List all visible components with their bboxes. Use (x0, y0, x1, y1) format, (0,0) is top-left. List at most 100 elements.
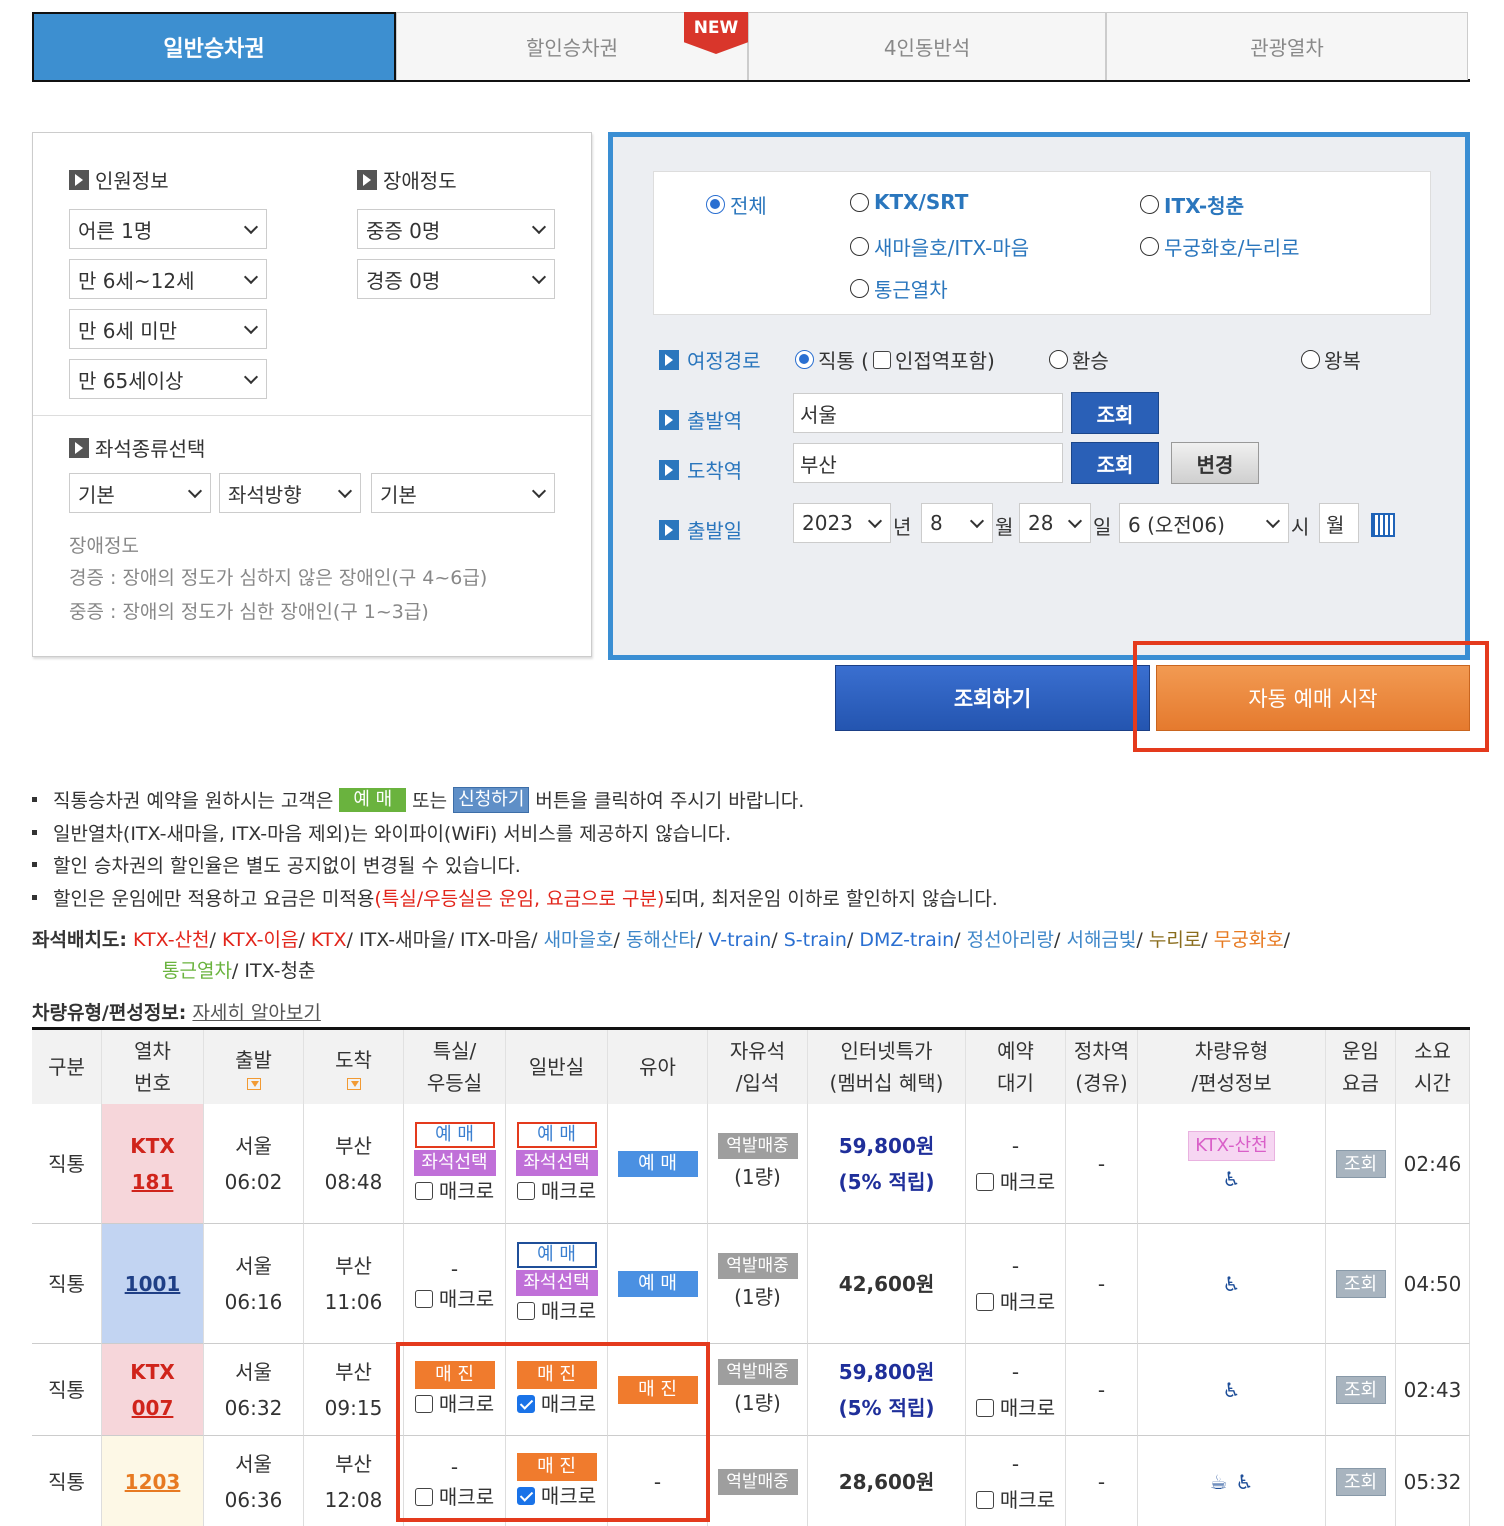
seatmap-link[interactable]: 정선아리랑 (967, 929, 1054, 951)
header-text: 자유석 (729, 1039, 786, 1063)
departure-label-text: 출발역 (687, 409, 743, 433)
adult-select[interactable]: 어른 1명 (69, 209, 267, 249)
tab-tour-train[interactable]: 관광열차 (1106, 12, 1468, 80)
seatmap-link[interactable]: ITX-마음 (460, 929, 531, 951)
empty-value: - (1011, 1359, 1020, 1384)
arrival-lookup-button[interactable]: 조회 (1071, 442, 1159, 484)
radio-direct[interactable]: 직통 (인접역포함) (795, 345, 995, 374)
vehicle-badge[interactable]: KTX-산천 (1188, 1130, 1275, 1161)
macro-checkbox[interactable] (414, 1181, 433, 1200)
macro-checkbox[interactable] (975, 1398, 994, 1417)
macro-checkbox[interactable] (975, 1490, 994, 1509)
book-button[interactable]: 예 매 (414, 1121, 495, 1148)
separator: / (771, 929, 784, 951)
empty-value: - (1097, 1469, 1106, 1494)
vehicle-link[interactable]: 자세히 알아보기 (192, 1002, 320, 1024)
train-number[interactable]: 1203 (102, 1436, 204, 1526)
train-number[interactable]: KTX 007 (102, 1344, 204, 1436)
day-select[interactable]: 28 (1019, 503, 1091, 543)
adjacent-checkbox[interactable] (872, 350, 891, 369)
seatmap-link[interactable]: S-train (784, 929, 847, 951)
macro-checkbox[interactable] (975, 1292, 994, 1311)
month-select[interactable]: 8 (921, 503, 993, 543)
train-number[interactable]: 1001 (102, 1224, 204, 1344)
seatmap-link[interactable]: DMZ-train (859, 929, 954, 951)
macro-checkbox[interactable] (516, 1181, 535, 1200)
radio-all-label: 전체 (730, 194, 767, 218)
book-button[interactable]: 예 매 (516, 1241, 597, 1268)
seatmap-link[interactable]: 동해산타 (626, 929, 696, 951)
sort-icon[interactable] (246, 1078, 261, 1090)
book-button[interactable]: 예 매 (617, 1270, 698, 1297)
seatmap-link[interactable]: KTX-이음 (222, 929, 298, 951)
seatmap-link[interactable]: 새마을호 (544, 929, 614, 951)
seat-direction-select[interactable]: 좌석방향 (219, 473, 361, 513)
train-number-link[interactable]: 181 (132, 1164, 174, 1200)
hour-select[interactable]: 6 (오전06) (1119, 503, 1289, 543)
train-number-link[interactable]: 007 (132, 1390, 174, 1426)
fare-lookup-button[interactable]: 조회 (1335, 1149, 1386, 1178)
severe-select[interactable]: 중증 0명 (357, 209, 555, 249)
direct-label: 직통 ( (818, 349, 869, 373)
arrival-cell: 부산 08:48 (304, 1104, 404, 1224)
radio-roundtrip[interactable]: 왕복 (1301, 345, 1361, 374)
macro-checkbox[interactable] (516, 1301, 535, 1320)
seat-select-button[interactable]: 좌석선택 (515, 1149, 598, 1176)
seat-type-select[interactable]: 기본 (69, 473, 211, 513)
membership-point: (5% 적립) (838, 1169, 935, 1194)
radio-icon (850, 192, 869, 212)
tab-general[interactable]: 일반승차권 (32, 12, 396, 80)
radio-mugunghwa[interactable]: 무궁화호/누리로 (1140, 232, 1300, 261)
sort-icon[interactable] (346, 1078, 361, 1090)
seat-position-select[interactable]: 기본 (371, 473, 555, 513)
column-header: 일반실 (506, 1030, 608, 1104)
arrival-input[interactable]: 부산 (793, 443, 1063, 483)
radio-ktx-srt[interactable]: KTX/SRT (850, 190, 968, 214)
book-button[interactable]: 예 매 (617, 1150, 698, 1177)
vehicle-icons: ♿ (1223, 1266, 1241, 1302)
senior-select[interactable]: 만 65세이상 (69, 359, 267, 399)
seatmap-link[interactable]: 통근열차 (162, 960, 232, 982)
seatmap-link[interactable]: 누리로 (1149, 929, 1201, 951)
search-button[interactable]: 조회하기 (835, 665, 1150, 731)
calendar-icon[interactable] (1371, 513, 1395, 537)
mild-select[interactable]: 경증 0명 (357, 259, 555, 299)
departure-lookup-button[interactable]: 조회 (1071, 392, 1159, 434)
seatmap-link[interactable]: 서해금빛 (1066, 929, 1136, 951)
seatmap-line-2: 통근열차/ ITX-청춘 (162, 956, 315, 983)
book-button[interactable]: 예 매 (516, 1121, 597, 1148)
column-header: 구분 (32, 1030, 102, 1104)
ticket-tabs: 일반승차권 할인승차권 4인동반석 관광열차 NEW (32, 12, 1470, 82)
child-select[interactable]: 만 6세~12세 (69, 259, 267, 299)
seatmap-link[interactable]: 무궁화호 (1214, 929, 1284, 951)
train-number-link[interactable]: 1001 (125, 1266, 181, 1302)
train-number-link[interactable]: 1203 (125, 1464, 181, 1500)
seatmap-link[interactable]: V-train (708, 929, 771, 951)
fare-lookup-button[interactable]: 조회 (1335, 1375, 1386, 1404)
chevron-down-icon (531, 219, 547, 235)
radio-all[interactable]: 전체 (706, 190, 767, 219)
year-select[interactable]: 2023 (793, 503, 891, 543)
bullet-icon (32, 797, 37, 802)
seatmap-link[interactable]: KTX (311, 929, 347, 951)
train-number[interactable]: KTX 181 (102, 1104, 204, 1224)
infant-select[interactable]: 만 6세 미만 (69, 309, 267, 349)
fare-lookup-button[interactable]: 조회 (1335, 1467, 1386, 1496)
radio-itx-cheongchun[interactable]: ITX-청춘 (1140, 190, 1244, 219)
duration: 04:50 (1403, 1271, 1462, 1296)
radio-saemaeul[interactable]: 새마을호/ITX-마음 (850, 232, 1029, 261)
fare-lookup-button[interactable]: 조회 (1335, 1269, 1386, 1298)
seat-select-button[interactable]: 좌석선택 (413, 1149, 496, 1176)
radio-transfer[interactable]: 환승 (1049, 345, 1109, 374)
seatmap-link[interactable]: ITX-청춘 (244, 960, 315, 982)
seatmap-link[interactable]: ITX-새마을 (359, 929, 448, 951)
departure-input[interactable]: 서울 (793, 393, 1063, 433)
macro-checkbox[interactable] (414, 1289, 433, 1308)
macro-checkbox[interactable] (975, 1172, 994, 1191)
seat-select-button[interactable]: 좌석선택 (515, 1269, 598, 1296)
swap-button[interactable]: 변경 (1171, 442, 1259, 484)
tab-family-seat[interactable]: 4인동반석 (748, 12, 1106, 80)
radio-commuter[interactable]: 통근열차 (850, 274, 948, 303)
empty-value: - (1011, 1133, 1020, 1158)
seatmap-link[interactable]: KTX-산천 (133, 929, 209, 951)
